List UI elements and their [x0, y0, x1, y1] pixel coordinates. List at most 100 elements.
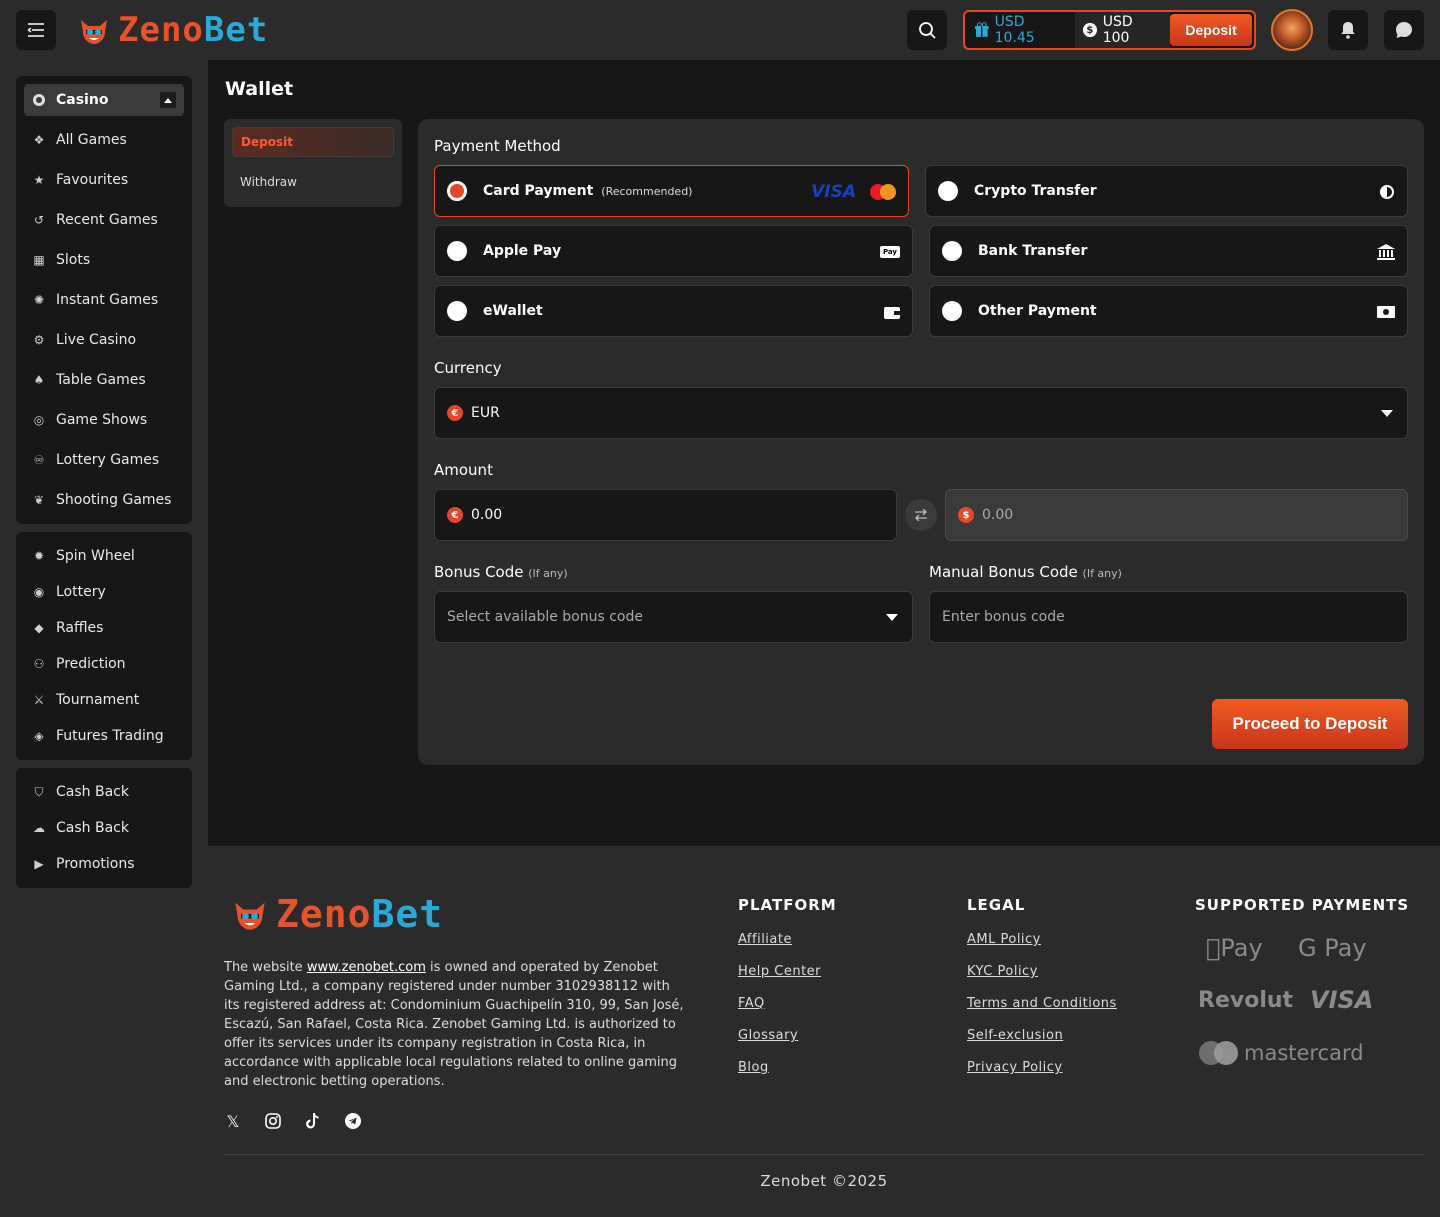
sidebar-item-shooting-games[interactable]: ❦ Shooting Games [32, 490, 171, 510]
sidebar-item-label: Instant Games [56, 292, 159, 308]
cards-icon: ♠ [33, 373, 45, 387]
all-games-icon: ❖ [33, 133, 45, 147]
proceed-to-deposit-button[interactable]: Proceed to Deposit [1212, 699, 1408, 749]
x-twitter-icon[interactable]: 𝕏 [224, 1112, 242, 1131]
sidebar-item-game-shows[interactable]: ◎ Game Shows [32, 410, 147, 430]
footer-link-kyc[interactable]: KYC Policy [967, 964, 1117, 979]
tiktok-icon[interactable] [304, 1112, 322, 1130]
radio-unselected[interactable] [447, 301, 467, 321]
copyright: Zenobet ©2025 [760, 1172, 888, 1190]
chat-button[interactable] [1384, 10, 1424, 50]
collapse-caret-icon[interactable] [160, 92, 176, 108]
radio-unselected[interactable] [938, 181, 958, 201]
radio-unselected[interactable] [942, 241, 962, 261]
sidebar-item-spin-wheel[interactable]: ✹ Spin Wheel [32, 546, 135, 566]
megaphone-icon: ▶ [34, 857, 44, 871]
sidebar-item-label: Live Casino [56, 332, 137, 348]
slots-icon: ▦ [33, 253, 45, 267]
instagram-icon[interactable] [264, 1112, 282, 1130]
radio-unselected[interactable] [942, 301, 962, 321]
sidebar-item-promotions[interactable]: ▶ Promotions [32, 854, 134, 874]
payment-option-crypto[interactable]: Crypto Transfer [925, 165, 1408, 217]
sidebar-item-raffles[interactable]: ◆ Raffles [32, 618, 103, 638]
footer-link-affiliate[interactable]: Affiliate [738, 932, 837, 947]
mastercard-circles-icon [1199, 1041, 1238, 1065]
search-button[interactable] [907, 10, 947, 50]
sidebar-item-lottery[interactable]: ◉ Lottery [32, 582, 106, 602]
supported-payments-logos: Pay G Pay Revolut VISA mastercard [1198, 934, 1398, 1074]
bonus-code-label: Bonus Code (If any) [434, 563, 568, 581]
footer-link-glossary[interactable]: Glossary [738, 1028, 837, 1043]
sidebar-item-label: Favourites [56, 172, 129, 188]
payment-option-card[interactable]: Card Payment (Recommended) VISA [434, 165, 909, 217]
sidebar-item-cash-back-2[interactable]: ☁ Cash Back [32, 818, 129, 838]
footer-link-privacy[interactable]: Privacy Policy [967, 1060, 1117, 1075]
cash-balance[interactable]: $ USD 100 [1075, 12, 1171, 48]
sidebar-item-table-games[interactable]: ♠ Table Games [32, 370, 146, 390]
recommended-note: (Recommended) [601, 184, 693, 198]
footer-link-aml[interactable]: AML Policy [967, 932, 1117, 947]
sidebar-item-recent-games[interactable]: ↺ Recent Games [32, 210, 158, 230]
tab-withdraw[interactable]: Withdraw [240, 175, 297, 189]
amount-label: Amount [434, 461, 493, 479]
apple-pay-icon: Pay [879, 242, 900, 262]
sidebar-item-prediction[interactable]: ⚇ Prediction [32, 654, 126, 674]
sidebar-item-live-casino[interactable]: ⚙ Live Casino [32, 330, 136, 350]
footer-link-faq[interactable]: FAQ [738, 996, 837, 1011]
footer-link-self-exclusion[interactable]: Self-exclusion [967, 1028, 1117, 1043]
payment-option-ewallet[interactable]: eWallet [434, 285, 913, 337]
sidebar-item-label: Spin Wheel [56, 548, 135, 564]
currency-select[interactable]: € EUR [434, 387, 1408, 439]
platform-title: PLATFORM [738, 896, 837, 914]
sidebar-item-tournament[interactable]: ⚔ Tournament [32, 690, 140, 710]
amount-usd-input[interactable]: $ 0.00 [945, 489, 1408, 541]
payment-option-bank[interactable]: Bank Transfer [929, 225, 1408, 277]
sidebar-item-label: All Games [56, 132, 127, 148]
sidebar-item-label: Shooting Games [56, 492, 172, 508]
main-content: Wallet Deposit Withdraw Payment Method C… [208, 60, 1440, 846]
footer-description: The website www.zenobet.com is owned and… [224, 960, 684, 1089]
balance-widget: USD 10.45 $ USD 100 Deposit [963, 10, 1256, 50]
tournament-icon: ⚔ [33, 693, 45, 707]
telegram-icon[interactable] [344, 1112, 362, 1130]
sidebar-item-label: Tournament [56, 692, 140, 708]
bonus-code-select[interactable]: Select available bonus code [434, 591, 913, 643]
sidebar-item-lottery-games[interactable]: ♾ Lottery Games [32, 450, 160, 470]
payment-option-apple-pay[interactable]: Apple Pay Pay [434, 225, 913, 277]
sidebar-item-slots[interactable]: ▦ Slots [32, 250, 90, 270]
mastercard-logo-icon [870, 184, 896, 200]
footer-link-help-center[interactable]: Help Center [738, 964, 837, 979]
user-avatar[interactable] [1271, 9, 1313, 51]
swap-currency-button[interactable] [905, 499, 937, 531]
sidebar-item-favourites[interactable]: ★ Favourites [32, 170, 129, 190]
manual-bonus-input[interactable]: Enter bonus code [929, 591, 1408, 643]
coins-icon: ☁ [33, 821, 45, 835]
chat-bubble-icon [1396, 22, 1412, 38]
google-pay-logo: G Pay [1298, 934, 1367, 962]
history-icon: ↺ [33, 213, 45, 227]
payment-method-label: Payment Method [434, 137, 561, 155]
menu-toggle-button[interactable] [16, 10, 56, 50]
sidebar-item-all-games[interactable]: ❖ All Games [32, 130, 127, 150]
sidebar-casino-header[interactable]: Casino [24, 84, 184, 116]
sidebar-item-futures-trading[interactable]: ◈ Futures Trading [32, 726, 163, 746]
sidebar-item-instant-games[interactable]: ✺ Instant Games [32, 290, 158, 310]
shooting-icon: ❦ [33, 493, 45, 507]
notifications-button[interactable] [1328, 10, 1368, 50]
sidebar-item-cash-back[interactable]: ⛉ Cash Back [32, 782, 128, 802]
tab-deposit[interactable]: Deposit [232, 127, 394, 157]
payment-option-other[interactable]: Other Payment [929, 285, 1408, 337]
footer-link-terms[interactable]: Terms and Conditions [967, 996, 1117, 1011]
sidebar-promotions-group: ⛉ Cash Back ☁ Cash Back ▶ Promotions [16, 768, 192, 888]
ticket-icon: ◆ [34, 621, 44, 635]
footer-logo[interactable]: ZenoBet [232, 895, 443, 933]
brand-logo[interactable]: ZenoBet [78, 12, 268, 48]
amount-eur-input[interactable]: € 0.00 [434, 489, 897, 541]
footer-link-blog[interactable]: Blog [738, 1060, 837, 1075]
radio-unselected[interactable] [447, 241, 467, 261]
website-link[interactable]: www.zenobet.com [307, 960, 426, 975]
bonus-balance[interactable]: USD 10.45 [965, 12, 1075, 48]
radio-selected[interactable] [447, 181, 467, 201]
sidebar: Casino ❖ All Games ★ Favourites ↺ Recent Ga… [0, 60, 208, 1217]
header-deposit-button[interactable]: Deposit [1170, 14, 1252, 46]
